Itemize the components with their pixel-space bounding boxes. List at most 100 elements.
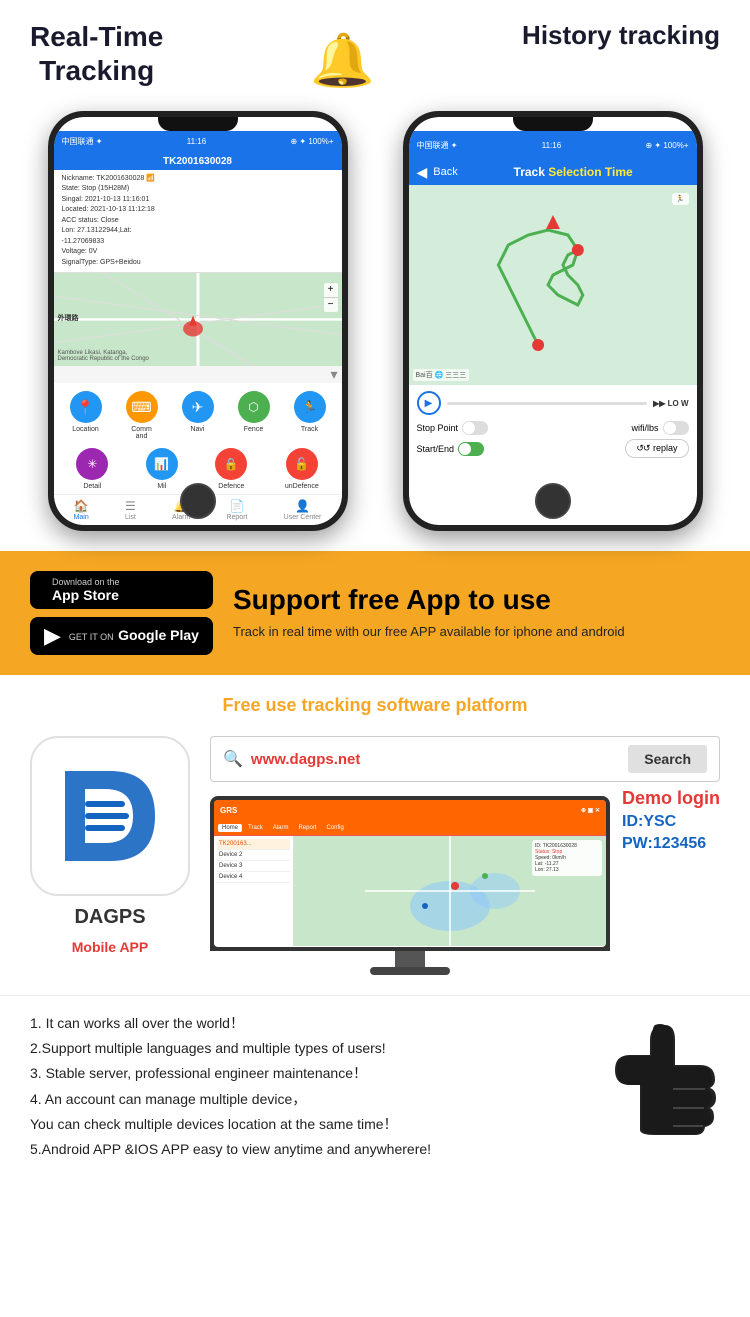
gps-sidebar: TK200163... Device 2 Device 3 Device 4 xyxy=(214,836,294,946)
progress-bar[interactable] xyxy=(447,402,648,405)
gps-info-panel: ID: TK2001630028 Status: Stop Speed: 0km… xyxy=(532,840,602,876)
phone1-frame: 中国联通 ✦ 11:16 ⊕ ✦ 100%+ TK2001630028 Nick… xyxy=(48,111,348,531)
phone1-home-button[interactable] xyxy=(180,483,216,519)
mobile-app-label: Mobile APP xyxy=(72,939,149,955)
phone2-home-button[interactable] xyxy=(535,483,571,519)
yellow-banner: Download on the App Store ▶ GET IT ON Go… xyxy=(0,551,750,675)
baidu-label: Bai百 🌐 三三三 xyxy=(413,369,470,381)
phone1-device-id: TK2001630028 xyxy=(54,153,342,170)
banner-title: Support free App to use xyxy=(233,584,720,616)
phone2-header: ◀ Back Track Selection Time xyxy=(409,159,697,185)
search-icon: 🔍 xyxy=(223,749,243,769)
search-button[interactable]: Search xyxy=(628,745,707,773)
bell-icon: 🔔 xyxy=(310,30,375,91)
phone2-notch xyxy=(513,117,593,131)
realtime-title: Real-Time Tracking xyxy=(30,20,163,87)
playback-bar: ▶ ▶▶ LO W xyxy=(417,391,689,415)
back-label: Back xyxy=(433,166,457,178)
feature-item-2: 2.Support multiple languages and multipl… xyxy=(30,1036,590,1061)
action-fence[interactable]: ⬡ Fence xyxy=(238,391,270,440)
gps-content-area: TK200163... Device 2 Device 3 Device 4 xyxy=(214,836,606,946)
gps-sidebar-item[interactable]: Device 2 xyxy=(217,850,290,861)
wifi-lbs-label: wifi/lbs xyxy=(631,423,658,433)
app-logo-box: DAGPS Mobile APP xyxy=(30,736,190,955)
banner-text: Support free App to use Track in real ti… xyxy=(233,584,720,642)
monitor-screen: GRS ⊕ ▣ ✕ Home Track Alarm Report Config xyxy=(210,796,610,951)
google-play-icon: ▶ xyxy=(44,623,61,649)
zoom-controls: + − xyxy=(324,283,338,312)
feature-item-4b: You can check multiple devices location … xyxy=(30,1112,590,1137)
back-button[interactable]: ◀ xyxy=(417,164,428,181)
gps-sidebar-item[interactable]: Device 4 xyxy=(217,872,290,883)
features-list: 1. It can works all over the world！ 2.Su… xyxy=(30,1011,590,1162)
google-play-sub-label: GET IT ON xyxy=(69,632,114,642)
monitor-demo-row: GRS ⊕ ▣ ✕ Home Track Alarm Report Config xyxy=(210,796,720,975)
app-store-button[interactable]: Download on the App Store xyxy=(30,571,213,609)
gps-title-bar: GRS ⊕ ▣ ✕ xyxy=(214,800,606,820)
feature-item-5: 5.Android APP &IOS APP easy to view anyt… xyxy=(30,1137,590,1162)
action-command[interactable]: ⌨ Command xyxy=(126,391,158,440)
nav-main[interactable]: 🏠 Main xyxy=(74,499,89,521)
features-section: 1. It can works all over the world！ 2.Su… xyxy=(0,995,750,1182)
platform-right: 🔍 www.dagps.net Search GRS ⊕ ▣ ✕ xyxy=(210,736,720,975)
gps-sidebar-item[interactable]: Device 3 xyxy=(217,861,290,872)
phone2-status-bar: 中国联通 ✦ 11:16 ⊕ ✦ 100%+ xyxy=(409,131,697,159)
phone2-frame: 中国联通 ✦ 11:16 ⊕ ✦ 100%+ ◀ Back Track Sele… xyxy=(403,111,703,531)
start-end-label: Start/End xyxy=(417,444,455,454)
platform-section: Free use tracking software platform DAGP… xyxy=(0,675,750,995)
search-url: www.dagps.net xyxy=(251,751,620,768)
phone2-screen: 中国联通 ✦ 11:16 ⊕ ✦ 100%+ ◀ Back Track Sele… xyxy=(409,117,697,525)
action-defence[interactable]: 🔒 Defence xyxy=(215,448,247,490)
wifi-lbs-toggle-item: wifi/lbs xyxy=(631,421,688,435)
bell-icon-area: 🔔 xyxy=(310,20,375,91)
selection-time-label: Selection Time xyxy=(548,165,632,179)
demo-password: PW:123456 xyxy=(622,835,720,853)
gps-sidebar-item[interactable]: TK200163... xyxy=(217,839,290,850)
start-end-toggle[interactable] xyxy=(458,442,484,456)
history-title: History tracking xyxy=(522,20,720,51)
feature-item-4: 4. An account can manage multiple device… xyxy=(30,1087,590,1112)
google-play-main-label: Google Play xyxy=(118,627,199,643)
app-store-main-label: App Store xyxy=(52,587,120,603)
action-location[interactable]: 📍 Location xyxy=(70,391,102,440)
nav-user-center[interactable]: 👤 User Center xyxy=(284,499,322,521)
action-mil[interactable]: 📊 Mil xyxy=(146,448,178,490)
nav-report[interactable]: 📄 Report xyxy=(226,499,247,521)
toggles-row-1: Stop Point wifi/lbs xyxy=(417,421,689,435)
play-button[interactable]: ▶ xyxy=(417,391,441,415)
gps-map-area: ID: TK2001630028 Status: Stop Speed: 0km… xyxy=(294,836,606,946)
app-logo xyxy=(30,736,190,896)
track-header-title: Track xyxy=(514,165,549,179)
feature-item-1: 1. It can works all over the world！ xyxy=(30,1011,590,1036)
app-store-sub-label: Download on the xyxy=(52,577,120,587)
start-end-toggle-item: Start/End xyxy=(417,442,485,456)
action-navi[interactable]: ✈ Navi xyxy=(182,391,214,440)
speed-badge: 🏃 xyxy=(672,193,689,205)
phone1-status-bar: 中国联通 ✦ 11:16 ⊕ ✦ 100%+ xyxy=(54,131,342,153)
demo-id: ID:YSC xyxy=(622,813,720,831)
gps-tabs: Home Track Alarm Report Config xyxy=(214,820,606,836)
map-label: 外環路 xyxy=(58,313,79,323)
expand-icon[interactable]: ▾ xyxy=(330,366,337,383)
action-track[interactable]: 🏃 Track xyxy=(294,391,326,440)
store-buttons: Download on the App Store ▶ GET IT ON Go… xyxy=(30,571,213,655)
action-detail[interactable]: ✳ Detail xyxy=(76,448,108,490)
platform-title: Free use tracking software platform xyxy=(30,695,720,716)
action-undefence[interactable]: 🔓 unDefence xyxy=(285,448,319,490)
phone2-playback-controls: ▶ ▶▶ LO W Stop Point wifi/lbs xyxy=(409,385,697,468)
stop-point-toggle-item: Stop Point xyxy=(417,421,489,435)
stop-point-toggle[interactable] xyxy=(462,421,488,435)
monitor-stand xyxy=(210,951,610,975)
phone1-expand-row: ▾ xyxy=(54,366,342,383)
wifi-lbs-toggle[interactable] xyxy=(663,421,689,435)
phone1-screen: 中国联通 ✦ 11:16 ⊕ ✦ 100%+ TK2001630028 Nick… xyxy=(54,117,342,525)
top-section: Real-Time Tracking 🔔 History tracking xyxy=(0,0,750,101)
thumbs-up-icon xyxy=(600,1020,720,1162)
monitor-wrapper: GRS ⊕ ▣ ✕ Home Track Alarm Report Config xyxy=(210,796,610,975)
google-play-button[interactable]: ▶ GET IT ON Google Play xyxy=(30,617,213,655)
phone1-info-panel: Nickname: TK2001630028 📶 State: Stop (15… xyxy=(54,170,342,274)
nav-list[interactable]: ☰ List xyxy=(125,499,136,521)
stop-point-label: Stop Point xyxy=(417,423,459,433)
history-tracking-label: History tracking xyxy=(522,20,720,51)
replay-button[interactable]: ↺ ↺ replay xyxy=(625,439,688,458)
